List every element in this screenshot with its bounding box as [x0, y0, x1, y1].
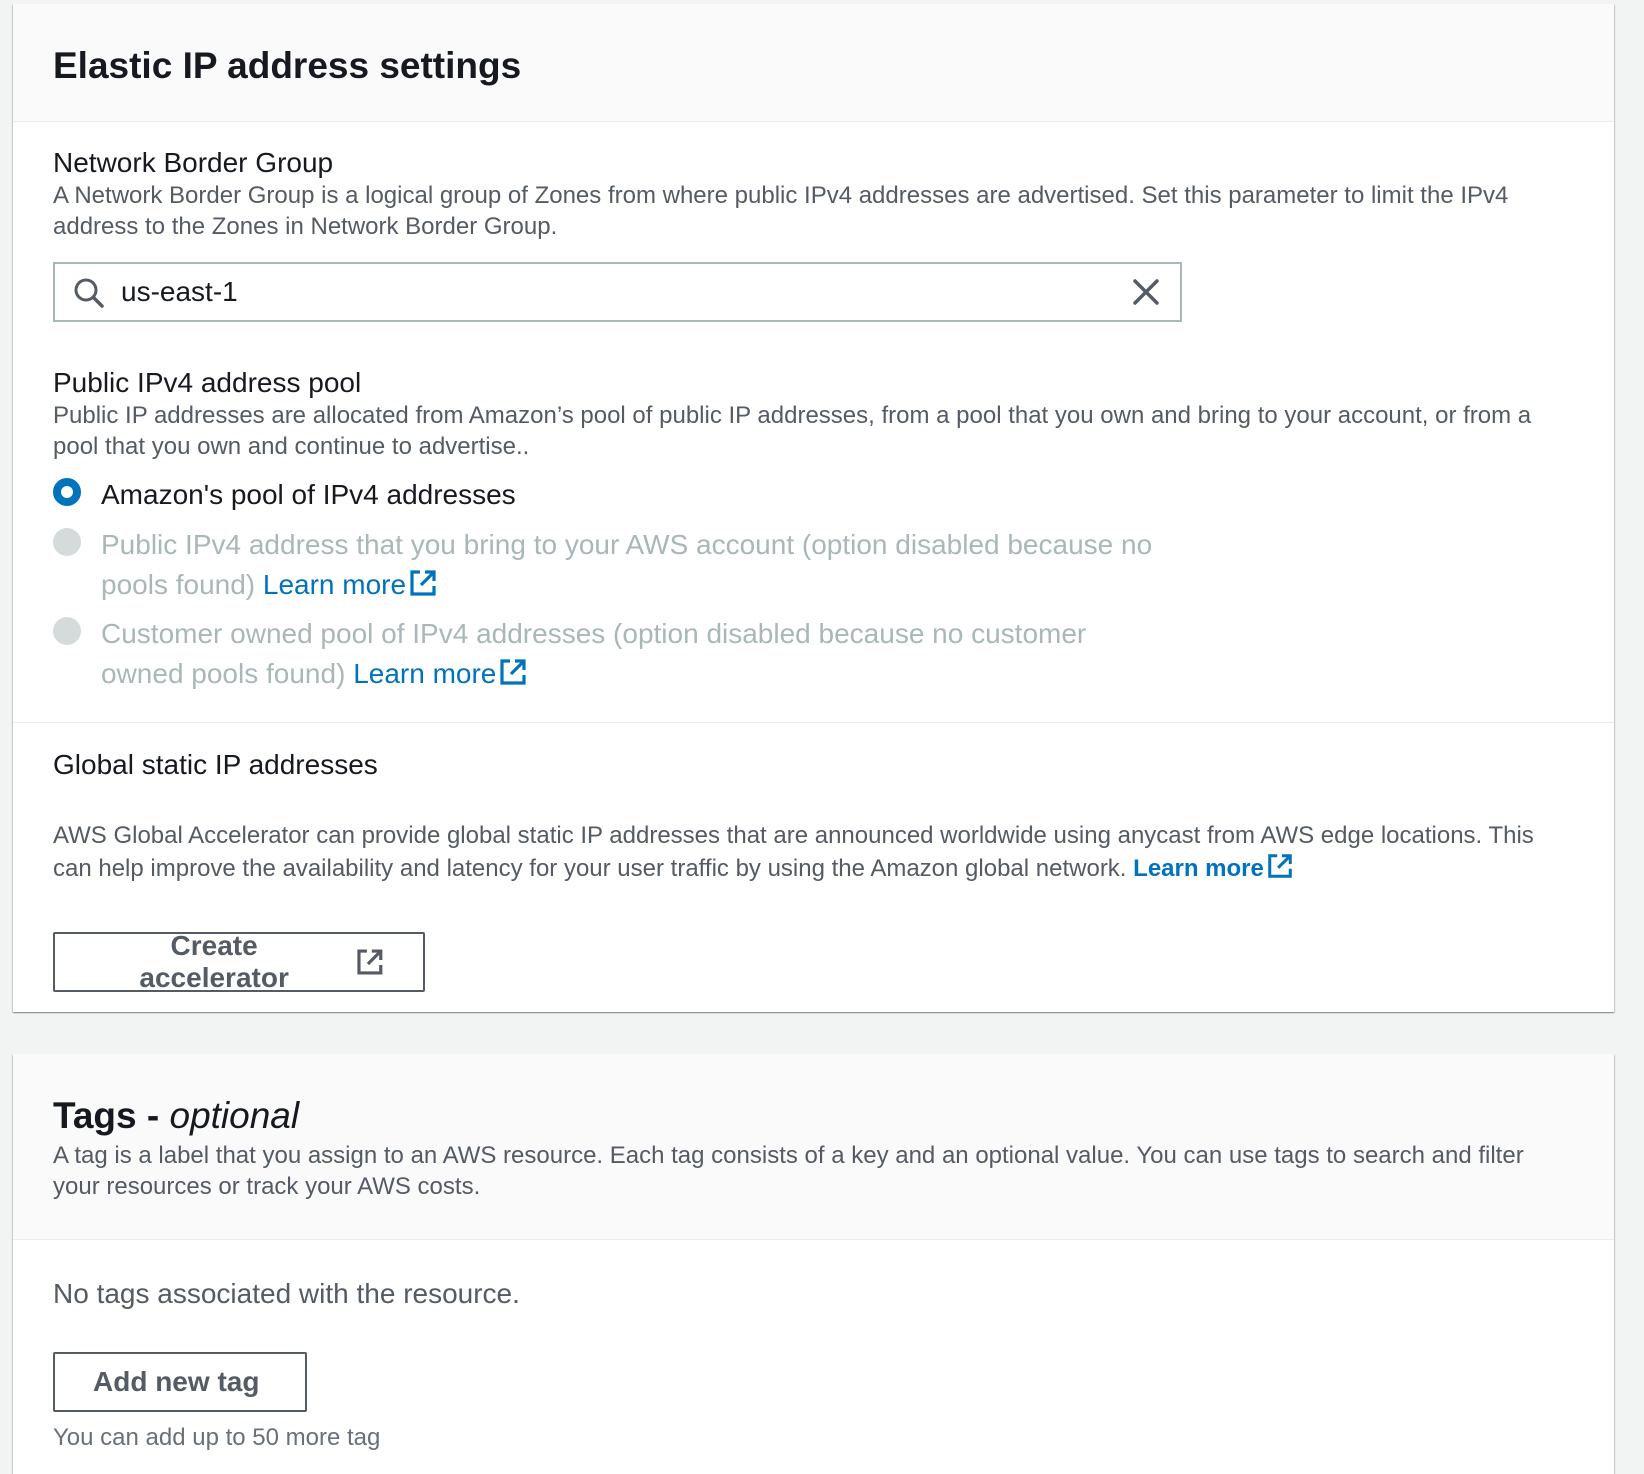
radio-byoip-pool: Public IPv4 address that you bring to yo… [53, 525, 1152, 605]
radio-label-line2: pools found) [101, 569, 256, 600]
learn-more-label: Learn more [262, 569, 407, 600]
tag-limit-hint: You can add up to 50 more tag [53, 1424, 381, 1451]
ipv4-pool-description: Public IP addresses are allocated from A… [53, 402, 1532, 460]
panel-title: Elastic IP address settings [53, 45, 522, 86]
global-static-field: Global static IP addresses AWS Global Ac… [53, 748, 1574, 885]
external-link-icon [357, 949, 383, 975]
radio-label: Public IPv4 address that you bring to yo… [101, 525, 1152, 605]
radio-button-checked[interactable] [53, 478, 81, 506]
radio-button-disabled [53, 617, 81, 645]
network-border-group-input[interactable] [121, 264, 1081, 320]
external-link-icon [1268, 854, 1292, 878]
network-border-group-search[interactable] [53, 262, 1182, 322]
panel-header: Tags - optional A tag is a label that yo… [13, 1054, 1614, 1240]
close-icon[interactable] [1130, 276, 1162, 308]
no-tags-message: No tags associated with the resource. [53, 1278, 520, 1309]
learn-more-link[interactable]: Learn more [353, 658, 528, 689]
radio-customer-owned-pool: Customer owned pool of IPv4 addresses (o… [53, 614, 1086, 694]
global-static-label: Global static IP addresses [53, 749, 378, 780]
section-divider [13, 722, 1614, 723]
network-border-group-field: Network Border Group A Network Border Gr… [53, 146, 1574, 242]
global-static-description-line2: can help improve the availability and la… [53, 855, 1127, 882]
tags-title: Tags - [53, 1095, 170, 1136]
radio-button-disabled [53, 528, 81, 556]
tags-panel: Tags - optional A tag is a label that yo… [13, 1054, 1614, 1474]
panel-header: Elastic IP address settings [13, 4, 1614, 122]
tags-description: A tag is a label that you assign to an A… [53, 1142, 1524, 1200]
learn-more-link[interactable]: Learn more [1133, 854, 1294, 882]
learn-more-label: Learn more [1133, 855, 1264, 882]
network-border-group-description: A Network Border Group is a logical grou… [53, 182, 1509, 240]
search-icon [74, 278, 104, 308]
external-link-icon [500, 659, 526, 685]
radio-label: Amazon's pool of IPv4 addresses [101, 479, 516, 510]
radio-label-line1: Public IPv4 address that you bring to yo… [101, 529, 1153, 560]
radio-label-line2: owned pools found) [101, 658, 346, 689]
add-new-tag-label: Add new tag [93, 1366, 260, 1397]
panel-title: Tags - optional [53, 1094, 1574, 1138]
create-accelerator-label: Create accelerator [139, 930, 289, 993]
learn-more-link[interactable]: Learn more [263, 569, 438, 600]
radio-label-line1: Customer owned pool of IPv4 addresses (o… [101, 618, 1087, 649]
network-border-group-label: Network Border Group [53, 147, 334, 178]
create-accelerator-button[interactable]: Create accelerator [53, 930, 425, 993]
elastic-ip-settings-panel: Elastic IP address settings Network Bord… [13, 4, 1614, 1012]
tags-title-optional: optional [169, 1095, 300, 1136]
ipv4-pool-label: Public IPv4 address pool [53, 367, 362, 398]
global-static-description-line1: AWS Global Accelerator can provide globa… [53, 822, 1534, 849]
radio-label: Customer owned pool of IPv4 addresses (o… [101, 614, 1086, 694]
radio-amazon-pool[interactable]: Amazon's pool of IPv4 addresses [53, 475, 516, 515]
ipv4-pool-field: Public IPv4 address pool Public IP addre… [53, 366, 1574, 462]
add-new-tag-button[interactable]: Add new tag [53, 1352, 307, 1412]
learn-more-label: Learn more [353, 658, 497, 689]
global-static-description: AWS Global Accelerator can provide globa… [53, 820, 1574, 885]
external-link-icon [410, 570, 436, 596]
